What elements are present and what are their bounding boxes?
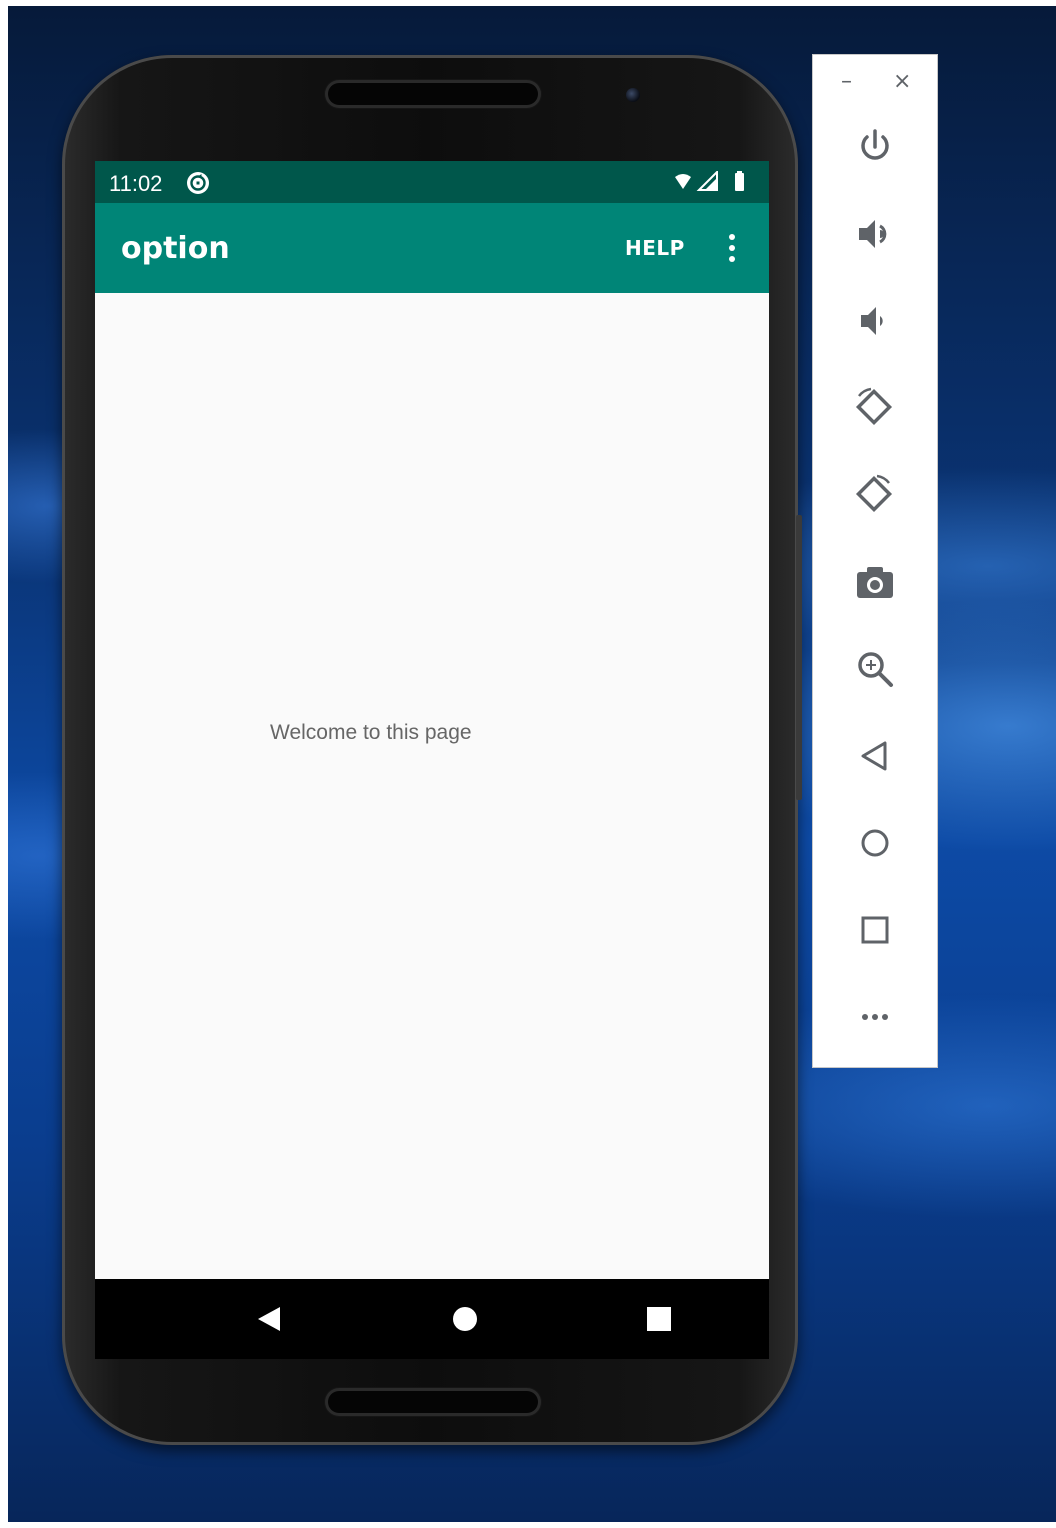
zoom-icon[interactable]	[853, 647, 897, 691]
phone-frame: 11:02 option HELP Welcome to this page	[62, 55, 802, 1445]
rotate-right-icon[interactable]	[853, 473, 897, 517]
home-icon[interactable]	[853, 821, 897, 865]
minimize-icon[interactable]: –	[841, 69, 852, 94]
signal-icon	[696, 169, 718, 191]
camera-icon[interactable]	[853, 560, 897, 604]
status-time: 11:02	[109, 171, 163, 196]
emulator-toolbar: – ×	[812, 54, 938, 1068]
help-button[interactable]: HELP	[625, 236, 685, 260]
android-nav-bar	[95, 1279, 769, 1359]
sync-notification-icon	[185, 170, 211, 201]
power-icon[interactable]	[853, 125, 897, 169]
welcome-text: Welcome to this page	[270, 721, 472, 744]
back-icon[interactable]	[853, 734, 897, 778]
nav-back-icon[interactable]	[255, 1305, 283, 1338]
close-icon[interactable]: ×	[893, 69, 911, 94]
app-bar: option HELP	[95, 203, 769, 293]
nav-home-icon[interactable]	[451, 1305, 479, 1338]
app-title: option	[121, 231, 230, 266]
nav-recents-icon[interactable]	[647, 1307, 671, 1336]
overflow-menu-icon[interactable]	[723, 233, 741, 263]
more-icon[interactable]	[853, 995, 897, 1039]
overview-icon[interactable]	[853, 908, 897, 952]
volume-down-icon[interactable]	[853, 299, 897, 343]
rotate-left-icon[interactable]	[853, 386, 897, 430]
bottom-speaker	[328, 1391, 538, 1413]
top-speaker	[328, 83, 538, 105]
volume-up-icon[interactable]	[853, 212, 897, 256]
status-icons	[675, 169, 755, 193]
phone-side-button	[796, 515, 802, 640]
main-content: Welcome to this page	[95, 293, 769, 1279]
wifi-icon	[675, 174, 691, 189]
phone-side-button	[796, 630, 802, 800]
status-bar: 11:02	[95, 161, 769, 203]
front-camera	[626, 88, 640, 102]
phone-screen: 11:02 option HELP Welcome to this page	[95, 161, 769, 1279]
battery-icon	[735, 171, 744, 191]
